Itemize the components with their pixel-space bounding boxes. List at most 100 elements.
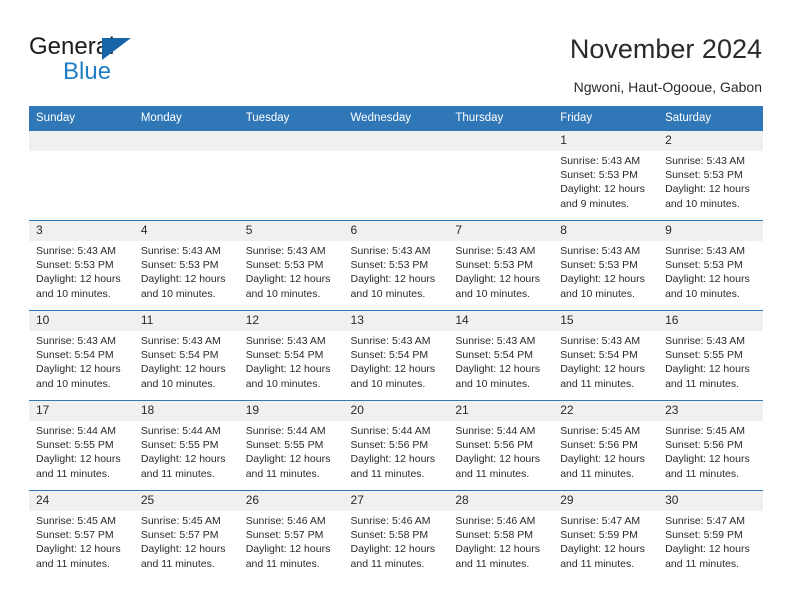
day-details: Sunrise: 5:45 AM Sunset: 5:57 PM Daylight:… <box>29 511 134 571</box>
weekday-header-wednesday: Wednesday <box>343 106 449 131</box>
calendar-day-cell[interactable]: 29 Sunrise: 5:47 AM Sunset: 5:59 PM Dayligh… <box>553 490 659 580</box>
location-subtitle: Ngwoni, Haut-Ogooue, Gabon <box>573 79 762 95</box>
calendar-day-cell[interactable]: 13 Sunrise: 5:43 AM Sunset: 5:54 PM Dayligh… <box>343 310 449 401</box>
sunrise-text: Sunrise: 5:44 AM <box>245 425 326 437</box>
sunrise-text: Sunrise: 5:43 AM <box>560 155 641 167</box>
calendar-day-cell[interactable]: 30 Sunrise: 5:47 AM Sunset: 5:59 PM Dayligh… <box>658 490 763 580</box>
sunrise-text: Sunrise: 5:46 AM <box>245 515 326 527</box>
calendar-day-cell[interactable]: 16 Sunrise: 5:43 AM Sunset: 5:55 PM Dayligh… <box>658 310 763 401</box>
calendar-day-cell[interactable]: 7 Sunrise: 5:43 AM Sunset: 5:53 PM Daylight… <box>448 220 554 311</box>
day-number: 21 <box>448 401 554 421</box>
calendar-day-cell[interactable]: 25 Sunrise: 5:45 AM Sunset: 5:57 PM Dayligh… <box>133 490 239 580</box>
calendar-day-cell[interactable]: 4 Sunrise: 5:43 AM Sunset: 5:53 PM Daylight… <box>133 220 239 311</box>
weekday-header-friday: Friday <box>553 106 659 131</box>
sunrise-text: Sunrise: 5:44 AM <box>36 425 116 437</box>
daylight-text: Daylight: 12 hours and 11 minutes. <box>140 543 226 570</box>
calendar-day-cell[interactable]: 27 Sunrise: 5:46 AM Sunset: 5:58 PM Dayligh… <box>343 490 449 580</box>
calendar-body: 1 Sunrise: 5:43 AM Sunset: 5:53 PM Daylight… <box>29 131 763 580</box>
calendar-day-cell[interactable]: 15 Sunrise: 5:43 AM Sunset: 5:54 PM Dayligh… <box>553 310 659 401</box>
day-details: Sunrise: 5:47 AM Sunset: 5:59 PM Daylight:… <box>553 511 658 571</box>
day-number: 26 <box>238 491 344 511</box>
day-number <box>133 131 239 151</box>
calendar-day-cell[interactable]: 2 Sunrise: 5:43 AM Sunset: 5:53 PM Daylight… <box>658 131 763 221</box>
day-details: Sunrise: 5:45 AM Sunset: 5:57 PM Daylight:… <box>134 511 239 571</box>
day-details: Sunrise: 5:43 AM Sunset: 5:54 PM Daylight:… <box>29 331 134 391</box>
daylight-text: Daylight: 12 hours and 10 minutes. <box>36 273 121 300</box>
calendar-page: General Blue November 2024 Ngwoni, Haut-… <box>0 0 792 612</box>
calendar-day-cell[interactable]: 22 Sunrise: 5:45 AM Sunset: 5:56 PM Dayligh… <box>553 400 659 491</box>
sunrise-text: Sunrise: 5:43 AM <box>455 245 536 257</box>
day-details: Sunrise: 5:46 AM Sunset: 5:57 PM Daylight:… <box>239 511 344 571</box>
calendar-day-cell[interactable]: 12 Sunrise: 5:43 AM Sunset: 5:54 PM Dayligh… <box>238 310 344 401</box>
sunset-text: Sunset: 5:55 PM <box>36 439 114 452</box>
calendar-day-cell[interactable]: 8 Sunrise: 5:43 AM Sunset: 5:53 PM Daylight… <box>553 220 659 311</box>
calendar-week-row: 17 Sunrise: 5:44 AM Sunset: 5:55 PM Dayligh… <box>29 400 763 491</box>
calendar-day-cell[interactable]: 18 Sunrise: 5:44 AM Sunset: 5:55 PM Dayligh… <box>133 400 239 491</box>
calendar-day-cell[interactable]: 17 Sunrise: 5:44 AM Sunset: 5:55 PM Dayligh… <box>29 400 134 491</box>
day-number: 14 <box>448 311 554 331</box>
sunset-text: Sunset: 5:53 PM <box>455 259 534 272</box>
calendar-header-row: Sunday Monday Tuesday Wednesday Thursday… <box>29 106 763 131</box>
calendar-day-cell[interactable]: 11 Sunrise: 5:43 AM Sunset: 5:54 PM Dayligh… <box>133 310 239 401</box>
day-details: Sunrise: 5:44 AM Sunset: 5:55 PM Daylight:… <box>29 421 134 481</box>
day-details: Sunrise: 5:43 AM Sunset: 5:53 PM Daylight:… <box>658 151 763 211</box>
logo-triangle-icon <box>102 38 131 60</box>
calendar-day-cell[interactable]: 21 Sunrise: 5:44 AM Sunset: 5:56 PM Dayligh… <box>448 400 554 491</box>
daylight-text: Daylight: 12 hours and 10 minutes. <box>245 273 331 300</box>
sunset-text: Sunset: 5:54 PM <box>245 349 324 362</box>
day-number <box>448 131 554 151</box>
sunrise-text: Sunrise: 5:45 AM <box>140 515 221 527</box>
day-number: 2 <box>658 131 763 151</box>
page-header: General Blue November 2024 Ngwoni, Haut-… <box>0 0 792 100</box>
calendar-day-cell[interactable]: 9 Sunrise: 5:43 AM Sunset: 5:53 PM Daylight… <box>658 220 763 311</box>
sunset-text: Sunset: 5:59 PM <box>560 529 638 542</box>
page-title: November 2024 <box>569 34 762 64</box>
day-number: 12 <box>238 311 344 331</box>
calendar-day-cell[interactable]: 28 Sunrise: 5:46 AM Sunset: 5:58 PM Dayligh… <box>448 490 554 580</box>
sunrise-text: Sunrise: 5:44 AM <box>140 425 221 437</box>
calendar-day-cell[interactable]: 26 Sunrise: 5:46 AM Sunset: 5:57 PM Dayligh… <box>238 490 344 580</box>
calendar-day-cell[interactable]: 10 Sunrise: 5:43 AM Sunset: 5:54 PM Dayligh… <box>29 310 134 401</box>
day-details: Sunrise: 5:45 AM Sunset: 5:56 PM Daylight:… <box>553 421 658 481</box>
day-number: 6 <box>343 221 449 241</box>
daylight-text: Daylight: 12 hours and 10 minutes. <box>455 363 541 390</box>
day-number: 27 <box>343 491 449 511</box>
daylight-text: Daylight: 12 hours and 10 minutes. <box>560 273 645 300</box>
sunset-text: Sunset: 5:58 PM <box>350 529 429 542</box>
daylight-text: Daylight: 12 hours and 10 minutes. <box>665 273 750 300</box>
calendar-day-cell[interactable]: 5 Sunrise: 5:43 AM Sunset: 5:53 PM Daylight… <box>238 220 344 311</box>
sunset-text: Sunset: 5:53 PM <box>140 259 219 272</box>
sunrise-text: Sunrise: 5:43 AM <box>350 245 431 257</box>
day-details: Sunrise: 5:43 AM Sunset: 5:54 PM Daylight:… <box>239 331 344 391</box>
sunrise-text: Sunrise: 5:47 AM <box>560 515 641 527</box>
sunset-text: Sunset: 5:54 PM <box>140 349 219 362</box>
calendar-day-cell-empty <box>133 131 239 221</box>
day-number <box>29 131 134 151</box>
day-details: Sunrise: 5:43 AM Sunset: 5:54 PM Daylight:… <box>134 331 239 391</box>
calendar-day-cell[interactable]: 3 Sunrise: 5:43 AM Sunset: 5:53 PM Daylight… <box>29 220 134 311</box>
day-details: Sunrise: 5:47 AM Sunset: 5:59 PM Daylight:… <box>658 511 763 571</box>
sunset-text: Sunset: 5:57 PM <box>245 529 324 542</box>
day-number: 15 <box>553 311 659 331</box>
calendar-day-cell[interactable]: 1 Sunrise: 5:43 AM Sunset: 5:53 PM Daylight… <box>553 131 659 221</box>
daylight-text: Daylight: 12 hours and 9 minutes. <box>560 183 645 210</box>
logo-text-blue: Blue <box>63 58 112 85</box>
sunrise-text: Sunrise: 5:45 AM <box>36 515 116 527</box>
daylight-text: Daylight: 12 hours and 11 minutes. <box>665 543 750 570</box>
day-number: 28 <box>448 491 554 511</box>
calendar-day-cell[interactable]: 24 Sunrise: 5:45 AM Sunset: 5:57 PM Dayligh… <box>29 490 134 580</box>
calendar-day-cell[interactable]: 19 Sunrise: 5:44 AM Sunset: 5:55 PM Dayligh… <box>238 400 344 491</box>
day-details: Sunrise: 5:43 AM Sunset: 5:53 PM Daylight:… <box>658 241 763 301</box>
calendar-day-cell[interactable]: 6 Sunrise: 5:43 AM Sunset: 5:53 PM Daylight… <box>343 220 449 311</box>
sunset-text: Sunset: 5:57 PM <box>36 529 114 542</box>
weekday-header-thursday: Thursday <box>448 106 554 131</box>
sunset-text: Sunset: 5:53 PM <box>350 259 429 272</box>
sunset-text: Sunset: 5:54 PM <box>560 349 638 362</box>
generalblue-logo[interactable]: General Blue <box>29 33 229 89</box>
day-number: 9 <box>658 221 763 241</box>
sunrise-text: Sunrise: 5:44 AM <box>455 425 536 437</box>
calendar-day-cell[interactable]: 14 Sunrise: 5:43 AM Sunset: 5:54 PM Dayligh… <box>448 310 554 401</box>
calendar-day-cell-empty <box>448 131 554 221</box>
calendar-day-cell[interactable]: 20 Sunrise: 5:44 AM Sunset: 5:56 PM Dayligh… <box>343 400 449 491</box>
calendar-day-cell[interactable]: 23 Sunrise: 5:45 AM Sunset: 5:56 PM Dayligh… <box>658 400 763 491</box>
